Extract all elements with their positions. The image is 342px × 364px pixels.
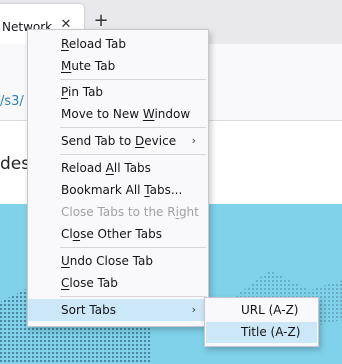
menu-item-bookmark-all-tabs[interactable]: Bookmark All Tabs... xyxy=(28,179,208,201)
menu-separator xyxy=(60,247,206,248)
menu-separator xyxy=(60,296,206,297)
tab-context-menu: Reload Tab Mute Tab Pin Tab Move to New … xyxy=(27,29,209,327)
menu-separator xyxy=(60,79,206,80)
new-tab-icon[interactable]: + xyxy=(92,12,110,30)
menu-item-send-tab-to-device[interactable]: Send Tab to Device › xyxy=(28,130,208,152)
menu-separator xyxy=(60,127,206,128)
submenu-item-sort-by-title[interactable]: Title (A-Z) xyxy=(206,322,317,343)
menu-item-move-to-new-window[interactable]: Move to New Window xyxy=(28,103,208,125)
submenu-chevron-icon: › xyxy=(191,134,196,147)
submenu-chevron-icon: › xyxy=(191,303,196,316)
menu-item-close-tab[interactable]: Close Tab xyxy=(28,272,208,294)
menu-item-close-tabs-to-the-right: Close Tabs to the Right xyxy=(61,205,199,219)
menu-item-close-other-tabs[interactable]: Close Other Tabs xyxy=(28,223,208,245)
menu-item-reload-tab[interactable]: Reload Tab xyxy=(28,33,208,55)
menu-separator xyxy=(60,154,206,155)
menu-item-undo-close-tab[interactable]: Undo Close Tab xyxy=(28,250,208,272)
menu-item-sort-tabs[interactable]: Sort Tabs › xyxy=(28,299,208,321)
submenu-item-sort-by-url[interactable]: URL (A-Z) xyxy=(206,300,317,321)
menu-item-mute-tab[interactable]: Mute Tab xyxy=(28,55,208,77)
menu-item-reload-all-tabs[interactable]: Reload All Tabs xyxy=(28,157,208,179)
url-text[interactable]: /s3/ xyxy=(0,94,24,109)
menu-item-pin-tab[interactable]: Pin Tab xyxy=(28,81,208,103)
sort-tabs-submenu: URL (A-Z) Title (A-Z) xyxy=(204,297,319,347)
page-heading-fragment: des xyxy=(0,154,31,174)
